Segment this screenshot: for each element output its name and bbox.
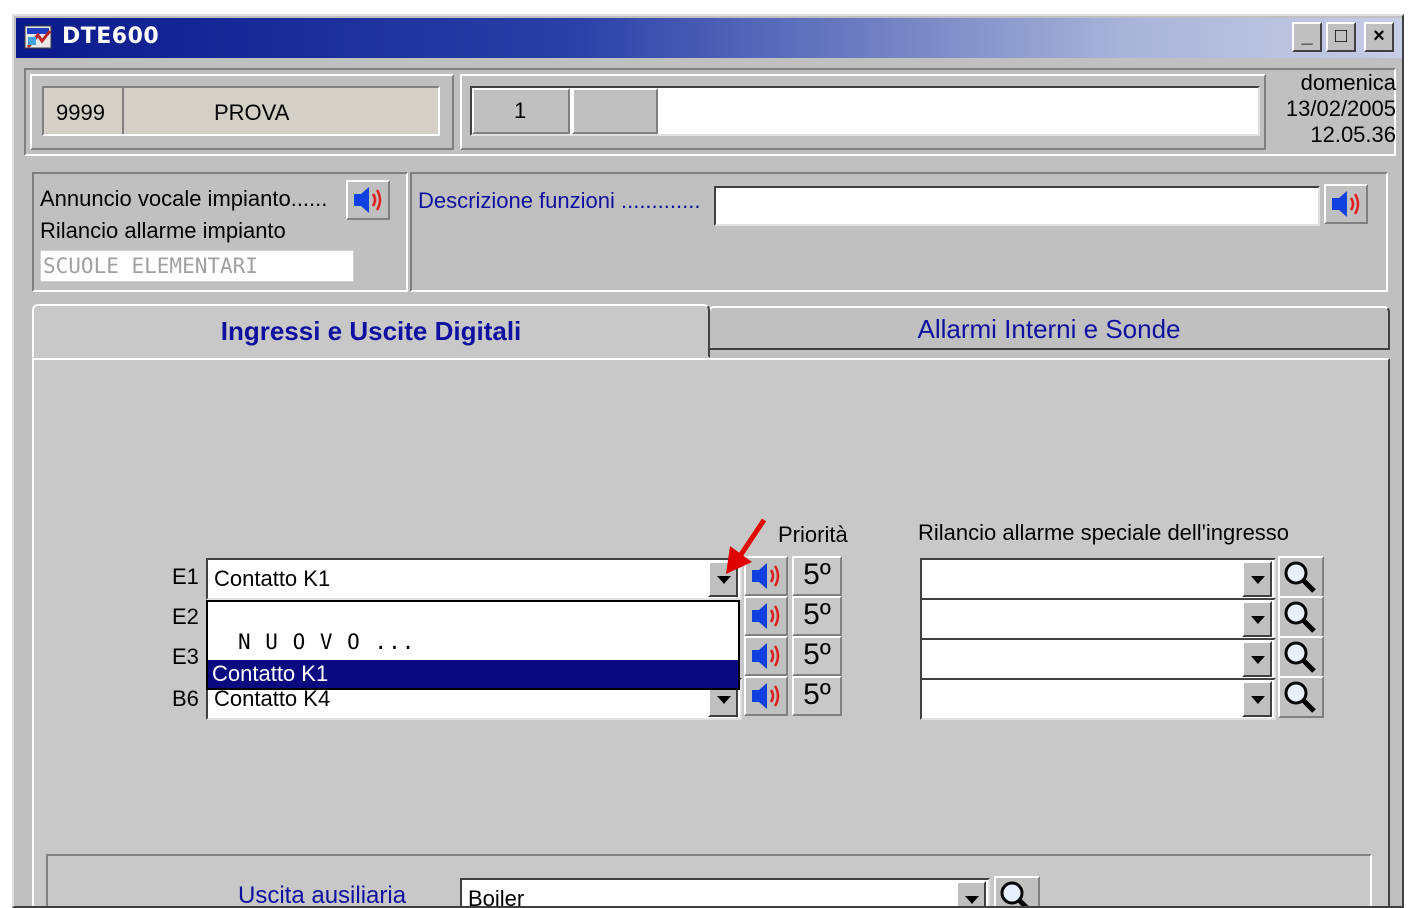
special-alarm-header: Rilancio allarme speciale dell'ingresso (918, 520, 1290, 545)
priority-e3[interactable]: 5º (792, 636, 842, 676)
functions-panel: Descrizione funzioni ............. (410, 172, 1388, 292)
speaker-button-e3[interactable] (744, 636, 788, 676)
priority-header: Priorità (778, 522, 848, 547)
chevron-down-icon[interactable] (1242, 681, 1272, 717)
input-combo-e1[interactable]: Contatto K1 (206, 558, 742, 600)
special-combo-b6[interactable] (920, 678, 1276, 720)
status-number-cell: 1 (472, 88, 570, 134)
dropdown-option-new[interactable]: N U O V O ... (238, 630, 415, 654)
time-label: 12.05.36 (1310, 122, 1396, 147)
input-code-e3: E3 (172, 644, 199, 669)
speaker-icon (752, 683, 780, 709)
speaker-button-e2[interactable] (744, 596, 788, 636)
tab-strip: Ingressi e Uscite Digitali Allarmi Inter… (32, 304, 1390, 358)
special-combo-e1[interactable] (920, 558, 1276, 600)
chevron-down-icon[interactable] (1242, 641, 1272, 677)
speaker-button-b6[interactable] (744, 676, 788, 716)
status-segment (572, 88, 658, 134)
close-button[interactable]: × (1364, 22, 1394, 52)
red-pointer-arrow-icon (714, 516, 774, 580)
app-icon (24, 23, 54, 53)
voice-panel: Annuncio vocale impianto...... Rilancio … (32, 172, 408, 292)
tab-digital-io-label: Ingressi e Uscite Digitali (220, 316, 522, 346)
plant-id-frame: 9999 PROVA (42, 86, 440, 136)
search-button-e3[interactable] (1278, 636, 1324, 678)
speaker-icon (752, 643, 780, 669)
priority-e2[interactable]: 5º (792, 596, 842, 636)
main-window: DTE600 _ □ × 9999 PROVA 1 domenica 13/02… (12, 14, 1404, 908)
functions-input[interactable] (714, 186, 1320, 226)
magnifier-icon (1284, 561, 1316, 593)
minimize-button[interactable]: _ (1292, 22, 1322, 52)
aux-combo[interactable]: Boiler (460, 878, 990, 908)
magnifier-icon (1284, 601, 1316, 633)
magnifier-icon (1000, 881, 1029, 906)
input-combo-e1-value: Contatto K1 (214, 566, 331, 591)
aux-label: Uscita ausiliaria (238, 882, 407, 908)
dropdown-list: N U O V O ... Contatto K1 (206, 600, 740, 690)
datetime-block: domenica 13/02/2005 12.05.36 (1272, 70, 1396, 154)
chevron-down-icon[interactable] (1242, 561, 1272, 597)
magnifier-icon (1284, 681, 1316, 713)
input-code-e1: E1 (172, 564, 199, 589)
speaker-icon (354, 187, 382, 213)
plant-name-value: SCUOLE ELEMENTARI (43, 254, 258, 278)
maximize-button[interactable]: □ (1326, 22, 1356, 52)
tab-internal-alarms[interactable]: Allarmi Interni e Sonde (708, 306, 1390, 350)
input-code-e2: E2 (172, 604, 199, 629)
separator (122, 88, 124, 134)
functions-label: Descrizione funzioni ............. (418, 188, 701, 213)
alarm-label: Rilancio allarme impianto (40, 218, 286, 243)
special-combo-e3[interactable] (920, 638, 1276, 680)
aux-search-button[interactable] (994, 876, 1040, 906)
search-button-e1[interactable] (1278, 556, 1324, 598)
aux-group: Uscita ausiliaria Boiler (46, 854, 1372, 908)
special-combo-e2[interactable] (920, 598, 1276, 640)
status-number: 1 (514, 98, 527, 123)
status-field: 1 (470, 86, 1260, 136)
magnifier-icon (1284, 641, 1316, 673)
tab-content: Priorità Rilancio allarme speciale dell'… (32, 358, 1390, 908)
functions-speaker-button[interactable] (1324, 184, 1368, 224)
window-title: DTE600 (62, 24, 160, 49)
input-code-b6: B6 (172, 686, 199, 711)
voice-label: Annuncio vocale impianto...... (40, 186, 328, 211)
priority-b6[interactable]: 5º (792, 676, 842, 716)
speaker-icon (1332, 191, 1360, 217)
title-bar[interactable]: DTE600 _ □ × (16, 18, 1402, 58)
day-label: domenica (1300, 70, 1396, 95)
date-label: 13/02/2005 (1285, 96, 1396, 121)
plant-code: 9999 (56, 100, 105, 125)
speaker-icon (752, 603, 780, 629)
plant-name: PROVA (214, 100, 290, 125)
chevron-down-icon[interactable] (956, 881, 986, 906)
status-box: 1 (460, 74, 1266, 150)
header-panel: 9999 PROVA 1 domenica 13/02/2005 12.05.3… (24, 68, 1396, 156)
search-button-b6[interactable] (1278, 676, 1324, 718)
dropdown-option-selected[interactable]: Contatto K1 (208, 660, 738, 688)
plant-name-field[interactable]: SCUOLE ELEMENTARI (40, 250, 354, 282)
aux-combo-value: Boiler (468, 886, 525, 908)
voice-speaker-button[interactable] (346, 180, 390, 220)
chevron-down-icon[interactable] (1242, 601, 1272, 637)
dropdown-option-selected-label: Contatto K1 (212, 661, 329, 686)
tab-internal-alarms-label: Allarmi Interni e Sonde (917, 314, 1181, 344)
priority-e1[interactable]: 5º (792, 556, 842, 596)
tab-digital-io[interactable]: Ingressi e Uscite Digitali (32, 304, 710, 358)
plant-box: 9999 PROVA (30, 74, 454, 150)
search-button-e2[interactable] (1278, 596, 1324, 638)
